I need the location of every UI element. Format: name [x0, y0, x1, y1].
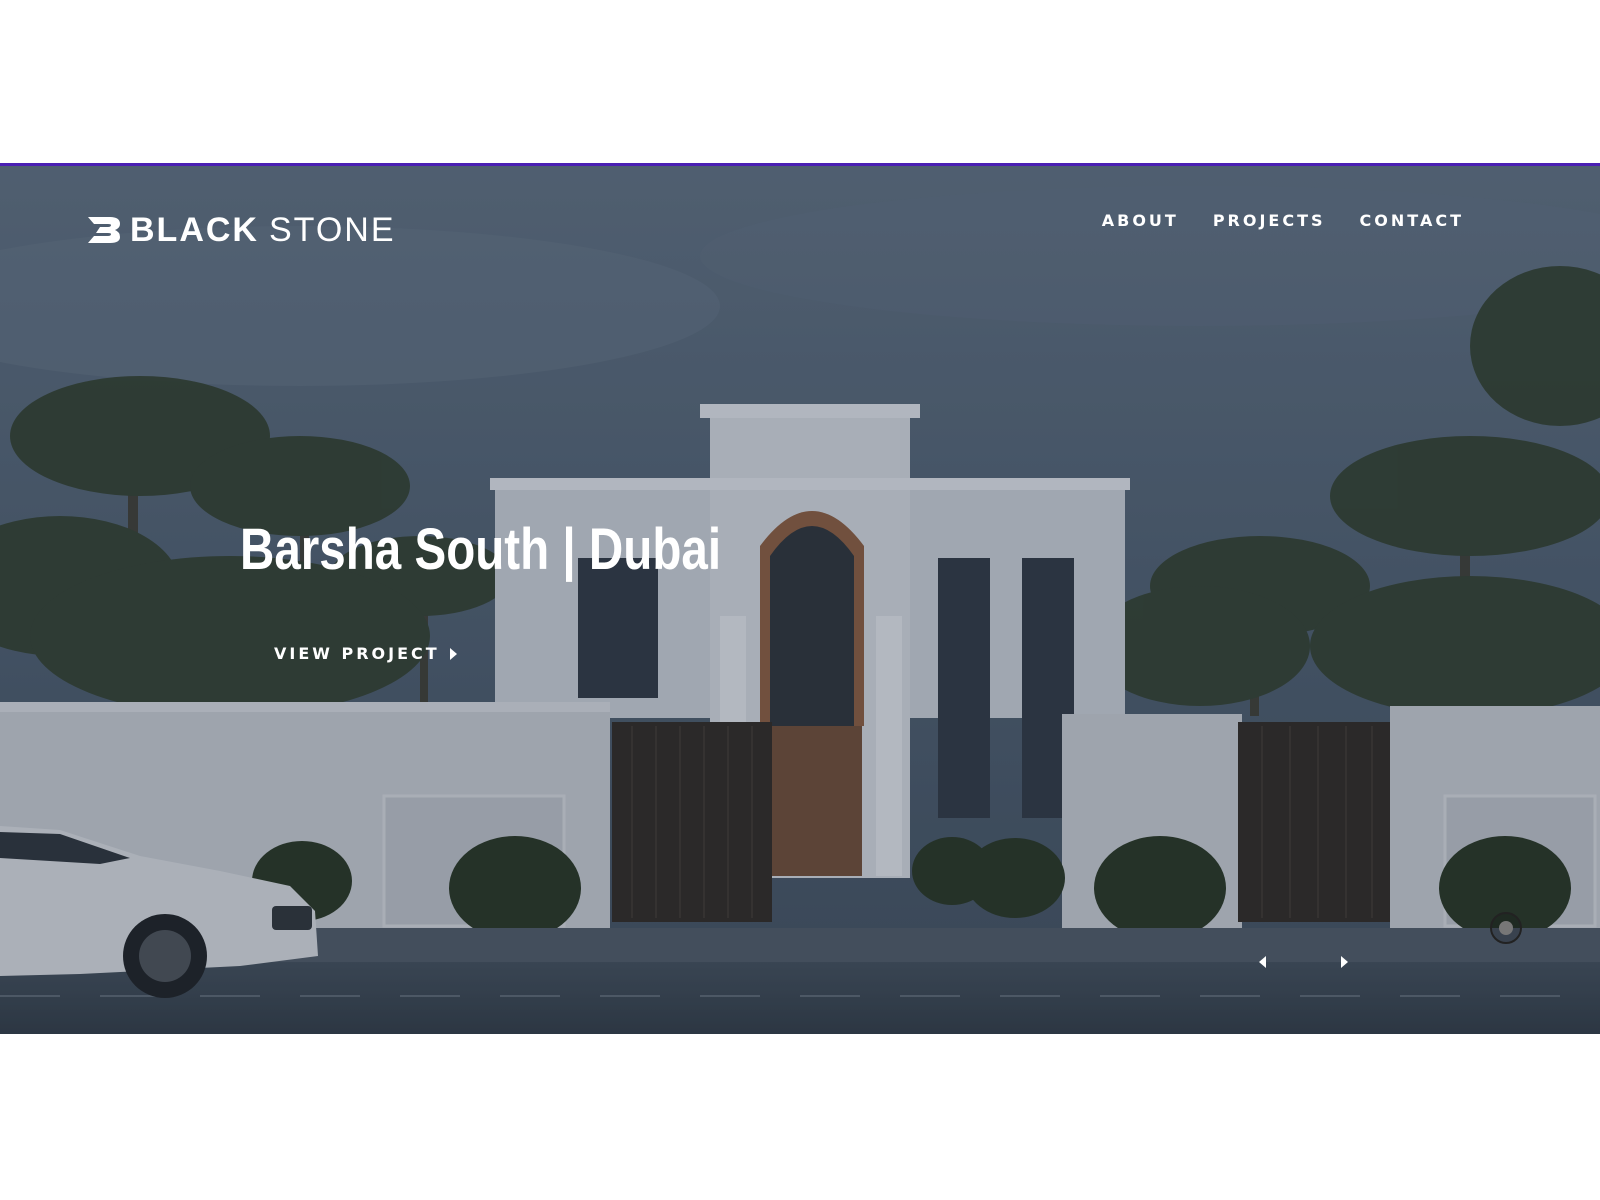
blackstone-logo-mark-icon	[88, 217, 120, 243]
arrow-left-icon	[1258, 956, 1266, 968]
arrow-right-icon	[449, 647, 457, 660]
circle-indicator-inner	[1499, 921, 1513, 935]
brand-word-black: BLACK	[130, 211, 259, 249]
slider-prev-button[interactable]	[1252, 952, 1272, 972]
arrow-right-icon	[1340, 956, 1348, 968]
brand-logo[interactable]: BLACK STONE	[86, 213, 396, 247]
nav-item-projects[interactable]: PROJECTS	[1213, 211, 1326, 230]
hero-title: Barsha South | Dubai	[240, 517, 722, 582]
circle-indicator-icon[interactable]	[1490, 912, 1522, 944]
brand-name: BLACK STONE	[130, 213, 396, 247]
brand-word-stone: STONE	[268, 211, 396, 249]
slider-next-button[interactable]	[1334, 952, 1354, 972]
hero-section: BLACK STONE ABOUT PROJECTS CONTACT Barsha…	[0, 166, 1600, 1034]
view-project-button[interactable]: VIEW PROJECT	[274, 644, 457, 663]
main-nav: ABOUT PROJECTS CONTACT	[1102, 211, 1464, 230]
view-project-label: VIEW PROJECT	[274, 644, 440, 663]
hero-dim-overlay	[0, 166, 1600, 1034]
nav-item-contact[interactable]: CONTACT	[1360, 211, 1464, 230]
nav-item-about[interactable]: ABOUT	[1102, 211, 1179, 230]
